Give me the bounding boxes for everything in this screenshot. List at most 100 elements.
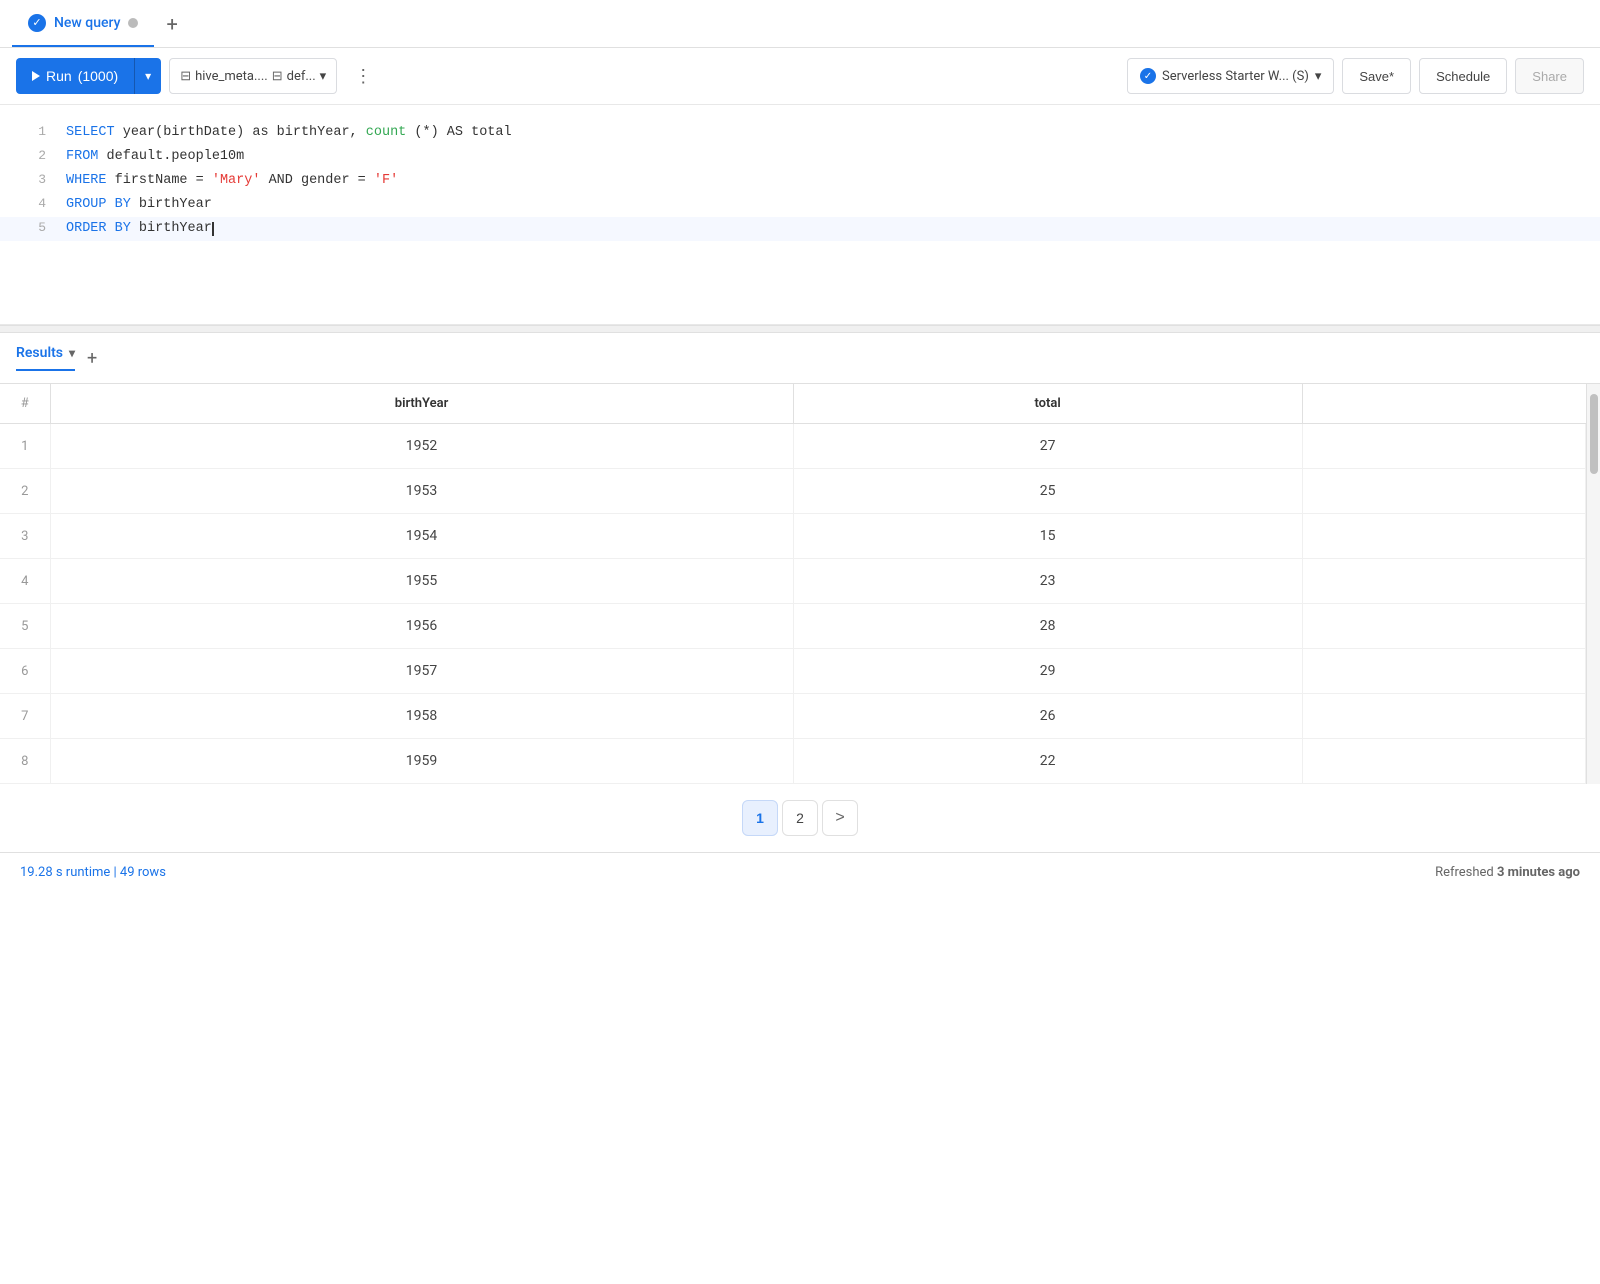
table-row: 8 1959 22 (0, 739, 1586, 784)
keyword-from: FROM (66, 149, 98, 164)
cluster-chevron-icon: ▾ (1315, 69, 1322, 84)
table-row: 2 1953 25 (0, 469, 1586, 514)
cell-total: 29 (793, 649, 1302, 694)
keyword-group: GROUP BY (66, 197, 131, 212)
table-row: 5 1956 28 (0, 604, 1586, 649)
line-number-2: 2 (16, 145, 46, 167)
catalog-icon: ⊟ (180, 69, 191, 84)
schema-label: def... (287, 69, 316, 84)
table-row: 4 1955 23 (0, 559, 1586, 604)
cell-birthyear: 1953 (50, 469, 793, 514)
cell-empty (1302, 739, 1585, 784)
table-scrollbar[interactable] (1586, 384, 1600, 784)
cell-birthyear: 1958 (50, 694, 793, 739)
table-row: 1 1952 27 (0, 424, 1586, 469)
cell-row-num: 7 (0, 694, 50, 739)
code-line-4: 4 GROUP BY birthYear (0, 193, 1600, 217)
cell-total: 28 (793, 604, 1302, 649)
code-content-4: GROUP BY birthYear (66, 194, 1584, 217)
add-result-tab-button[interactable]: + (83, 348, 101, 369)
cell-birthyear: 1956 (50, 604, 793, 649)
code-content-1: SELECT year(birthDate) as birthYear, cou… (66, 122, 1584, 145)
string-value-mary: 'Mary' (212, 173, 261, 188)
more-options-button[interactable]: ⋮ (345, 58, 381, 94)
catalog-label: hive_meta.... (195, 69, 268, 84)
code-text: (*) AS total (414, 125, 511, 140)
run-dropdown-button[interactable]: ▾ (134, 58, 161, 94)
run-limit: (1000) (78, 68, 118, 84)
scrollbar-thumb[interactable] (1590, 394, 1598, 474)
refreshed-time: 3 minutes ago (1497, 865, 1580, 880)
cluster-label: Serverless Starter W... (S) (1162, 69, 1309, 84)
code-text: AND gender = (269, 173, 374, 188)
cell-birthyear: 1952 (50, 424, 793, 469)
cell-empty (1302, 469, 1585, 514)
cell-birthyear: 1959 (50, 739, 793, 784)
line-number-1: 1 (16, 121, 46, 143)
check-icon: ✓ (28, 14, 46, 32)
new-tab-button[interactable]: + (154, 0, 189, 47)
catalog-chevron-icon: ▾ (320, 69, 327, 84)
play-icon (32, 71, 40, 81)
code-line-5: 5 ORDER BY birthYear (0, 217, 1600, 241)
line-number-4: 4 (16, 193, 46, 215)
page-1-button[interactable]: 1 (742, 800, 778, 836)
page-next-button[interactable]: > (822, 800, 858, 836)
code-text: firstName = (115, 173, 212, 188)
results-chevron-icon: ▾ (69, 346, 75, 360)
editor-results-divider (0, 325, 1600, 333)
cell-total: 26 (793, 694, 1302, 739)
cell-row-num: 2 (0, 469, 50, 514)
cell-row-num: 1 (0, 424, 50, 469)
cell-empty (1302, 604, 1585, 649)
cell-empty (1302, 649, 1585, 694)
line-number-5: 5 (16, 217, 46, 239)
cell-empty (1302, 559, 1585, 604)
table-header-row: # birthYear total (0, 384, 1586, 424)
code-text: year(birthDate) as birthYear, (123, 125, 366, 140)
table-row: 7 1958 26 (0, 694, 1586, 739)
keyword-where: WHERE (66, 173, 107, 188)
cell-total: 15 (793, 514, 1302, 559)
sql-editor[interactable]: 1 SELECT year(birthDate) as birthYear, c… (0, 105, 1600, 325)
more-icon: ⋮ (354, 66, 372, 87)
cell-total: 25 (793, 469, 1302, 514)
cell-row-num: 4 (0, 559, 50, 604)
tab-title: New query (54, 15, 120, 31)
schema-icon: ⊟ (272, 69, 283, 84)
string-value-f: 'F' (374, 173, 398, 188)
catalog-selector[interactable]: ⊟ hive_meta.... ⊟ def... ▾ (169, 58, 337, 94)
code-content-3: WHERE firstName = 'Mary' AND gender = 'F… (66, 170, 1584, 193)
run-label: Run (46, 68, 72, 84)
tab-new-query[interactable]: ✓ New query (12, 0, 154, 47)
cell-empty (1302, 424, 1585, 469)
cell-total: 23 (793, 559, 1302, 604)
table-row: 3 1954 15 (0, 514, 1586, 559)
results-table-wrap: # birthYear total 1 1952 27 2 1953 25 3 … (0, 384, 1586, 784)
cell-total: 27 (793, 424, 1302, 469)
col-header-birthyear: birthYear (50, 384, 793, 424)
text-cursor (212, 221, 214, 236)
col-header-total: total (793, 384, 1302, 424)
keyword-count: count (366, 125, 407, 140)
cluster-status-icon: ✓ (1140, 68, 1156, 84)
unsaved-dot-icon (128, 18, 138, 28)
code-content-5: ORDER BY birthYear (66, 218, 1584, 241)
cell-row-num: 5 (0, 604, 50, 649)
code-line-1: 1 SELECT year(birthDate) as birthYear, c… (0, 121, 1600, 145)
code-line-3: 3 WHERE firstName = 'Mary' AND gender = … (0, 169, 1600, 193)
col-header-empty (1302, 384, 1585, 424)
keyword-order: ORDER BY (66, 221, 131, 236)
results-tab[interactable]: Results ▾ (16, 345, 75, 371)
tab-bar: ✓ New query + (0, 0, 1600, 48)
schedule-button[interactable]: Schedule (1419, 58, 1507, 94)
page-2-button[interactable]: 2 (782, 800, 818, 836)
cell-empty (1302, 514, 1585, 559)
save-button[interactable]: Save* (1342, 58, 1411, 94)
results-table-outer: # birthYear total 1 1952 27 2 1953 25 3 … (0, 384, 1600, 784)
line-number-3: 3 (16, 169, 46, 191)
run-button[interactable]: Run (1000) (16, 58, 134, 94)
code-content-2: FROM default.people10m (66, 146, 1584, 169)
cell-birthyear: 1955 (50, 559, 793, 604)
cluster-selector[interactable]: ✓ Serverless Starter W... (S) ▾ (1127, 58, 1334, 94)
